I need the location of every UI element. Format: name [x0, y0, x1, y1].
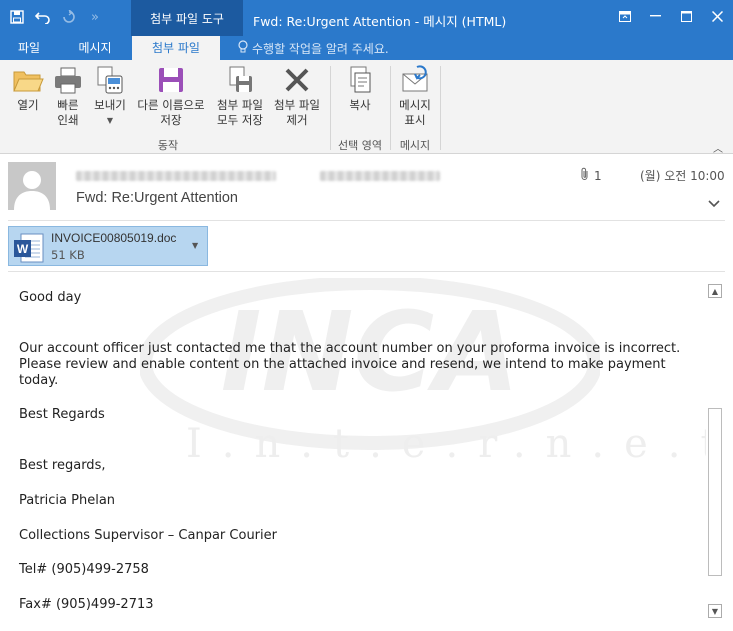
body-signature-fax: Fax# (905)499-2713 [19, 597, 154, 612]
body-best-regards-2: Best regards, [19, 458, 106, 473]
quick-print-label-2: 인쇄 [57, 113, 79, 127]
send-button[interactable]: 보내기 ▼ [88, 64, 132, 128]
paperclip-icon [580, 167, 590, 184]
attachment-name: INVOICE00805019.doc [51, 231, 177, 245]
save-all-icon [229, 66, 252, 92]
tell-me-text: 수행할 작업을 알려 주세요. [252, 42, 389, 56]
attachment-item[interactable]: W INVOICE00805019.doc 51 KB ▼ [8, 226, 208, 266]
word-document-icon: W [13, 232, 45, 267]
body-signature-tel: Tel# (905)499-2758 [19, 562, 149, 577]
scroll-down-icon[interactable]: ▼ [708, 604, 722, 618]
ribbon-display-options-icon[interactable] [609, 0, 640, 32]
message-subject: Fwd: Re:Urgent Attention [76, 190, 238, 206]
open-button[interactable]: 열기 [8, 64, 48, 113]
minimize-icon[interactable] [640, 0, 671, 32]
quick-print-label-1: 빠른 [57, 98, 79, 112]
group-label-selection: 선택 영역 [338, 139, 382, 152]
show-message-label-2: 표시 [404, 113, 426, 127]
open-label: 열기 [17, 98, 39, 112]
customize-toolbar-icon[interactable]: » [84, 6, 106, 28]
save-as-label-2: 저장 [160, 113, 182, 127]
save-all-attachments-button[interactable]: 첨부 파일 모두 저장 [211, 64, 269, 128]
save-all-label-1: 첨부 파일 [217, 98, 263, 112]
svg-text:W: W [17, 242, 29, 256]
chevron-down-icon: ▼ [106, 116, 114, 125]
body-best-regards-1: Best Regards [19, 407, 105, 422]
window-title: Fwd: Re:Urgent Attention - 메시지 (HTML) [253, 14, 507, 29]
collapse-ribbon-icon[interactable]: ︿ [713, 140, 723, 155]
message-body: INCA I.n.t.e.r.n.e.t Good day Our accoun… [0, 278, 706, 631]
scroll-thumb[interactable] [708, 408, 722, 576]
divider [8, 271, 725, 272]
send-to-icon [97, 66, 123, 94]
redacted-sender [76, 171, 276, 181]
maximize-icon[interactable] [671, 0, 702, 32]
tab-attachment[interactable]: 첨부 파일 [132, 36, 220, 60]
undo-icon[interactable] [32, 6, 54, 28]
show-message-icon [402, 65, 428, 92]
chevron-down-icon[interactable]: ▼ [192, 241, 198, 250]
save-all-label-2: 모두 저장 [217, 113, 263, 127]
send-label: 보내기 [94, 98, 126, 112]
printer-icon [55, 67, 81, 94]
divider [8, 220, 725, 221]
lightbulb-icon [238, 40, 248, 57]
x-remove-icon [285, 68, 309, 92]
quick-print-button[interactable]: 빠른 인쇄 [48, 64, 88, 128]
tab-message[interactable]: 메시지 [64, 36, 126, 60]
ribbon-tab-row: 파일 메시지 첨부 파일 수행할 작업을 알려 주세요. [0, 36, 733, 60]
redacted-recipient [320, 171, 440, 181]
scroll-up-icon[interactable]: ▲ [708, 284, 722, 298]
close-icon[interactable] [702, 0, 733, 32]
save-as-icon [159, 68, 183, 92]
tab-file[interactable]: 파일 [6, 36, 52, 60]
attachment-count: 1 [580, 167, 602, 184]
remove-label-1: 첨부 파일 [274, 98, 320, 112]
title-bar: » 첨부 파일 도구 Fwd: Re:Urgent Attention - 메시… [0, 0, 733, 36]
show-message-button[interactable]: 메시지 표시 [392, 64, 438, 128]
body-scrollbar[interactable]: ▲ ▼ [706, 284, 724, 620]
ribbon-separator [440, 66, 441, 150]
group-label-actions: 동작 [157, 139, 179, 152]
quick-access-toolbar: » [6, 6, 106, 28]
attachment-size: 51 KB [51, 248, 85, 262]
ribbon-separator [390, 66, 391, 150]
show-message-label-1: 메시지 [399, 98, 431, 112]
copy-label: 복사 [349, 98, 371, 112]
attachment-count-value: 1 [594, 168, 602, 183]
body-paragraph: Our account officer just contacted me th… [19, 341, 681, 388]
ribbon-separator [330, 66, 331, 150]
remove-attachment-button[interactable]: 첨부 파일 제거 [268, 64, 326, 128]
body-greeting: Good day [19, 290, 82, 305]
window-controls [609, 0, 733, 32]
ribbon: 열기 빠른 인쇄 보내기 ▼ 다른 이름으로 저장 첨부 파일 모두 저장 첨부… [0, 60, 733, 155]
folder-open-icon [13, 71, 44, 92]
group-label-message: 메시지 [399, 139, 431, 152]
copy-button[interactable]: 복사 [334, 64, 386, 113]
avatar [8, 162, 56, 210]
message-header: Fwd: Re:Urgent Attention 1 (월) 오전 10:00 [0, 155, 733, 219]
expand-header-icon[interactable] [708, 197, 720, 211]
body-signature-name: Patricia Phelan [19, 493, 116, 508]
context-tab-attachment-tools: 첨부 파일 도구 [131, 0, 243, 36]
remove-label-2: 제거 [286, 113, 308, 127]
save-as-button[interactable]: 다른 이름으로 저장 [131, 64, 211, 128]
save-as-label-1: 다른 이름으로 [137, 98, 205, 112]
save-icon[interactable] [6, 6, 28, 28]
copy-icon [350, 66, 371, 93]
redo-icon[interactable] [58, 6, 80, 28]
body-signature-title: Collections Supervisor – Canpar Courier [19, 528, 277, 543]
tell-me-search[interactable]: 수행할 작업을 알려 주세요. [238, 40, 389, 57]
message-datetime: (월) 오전 10:00 [640, 169, 725, 183]
